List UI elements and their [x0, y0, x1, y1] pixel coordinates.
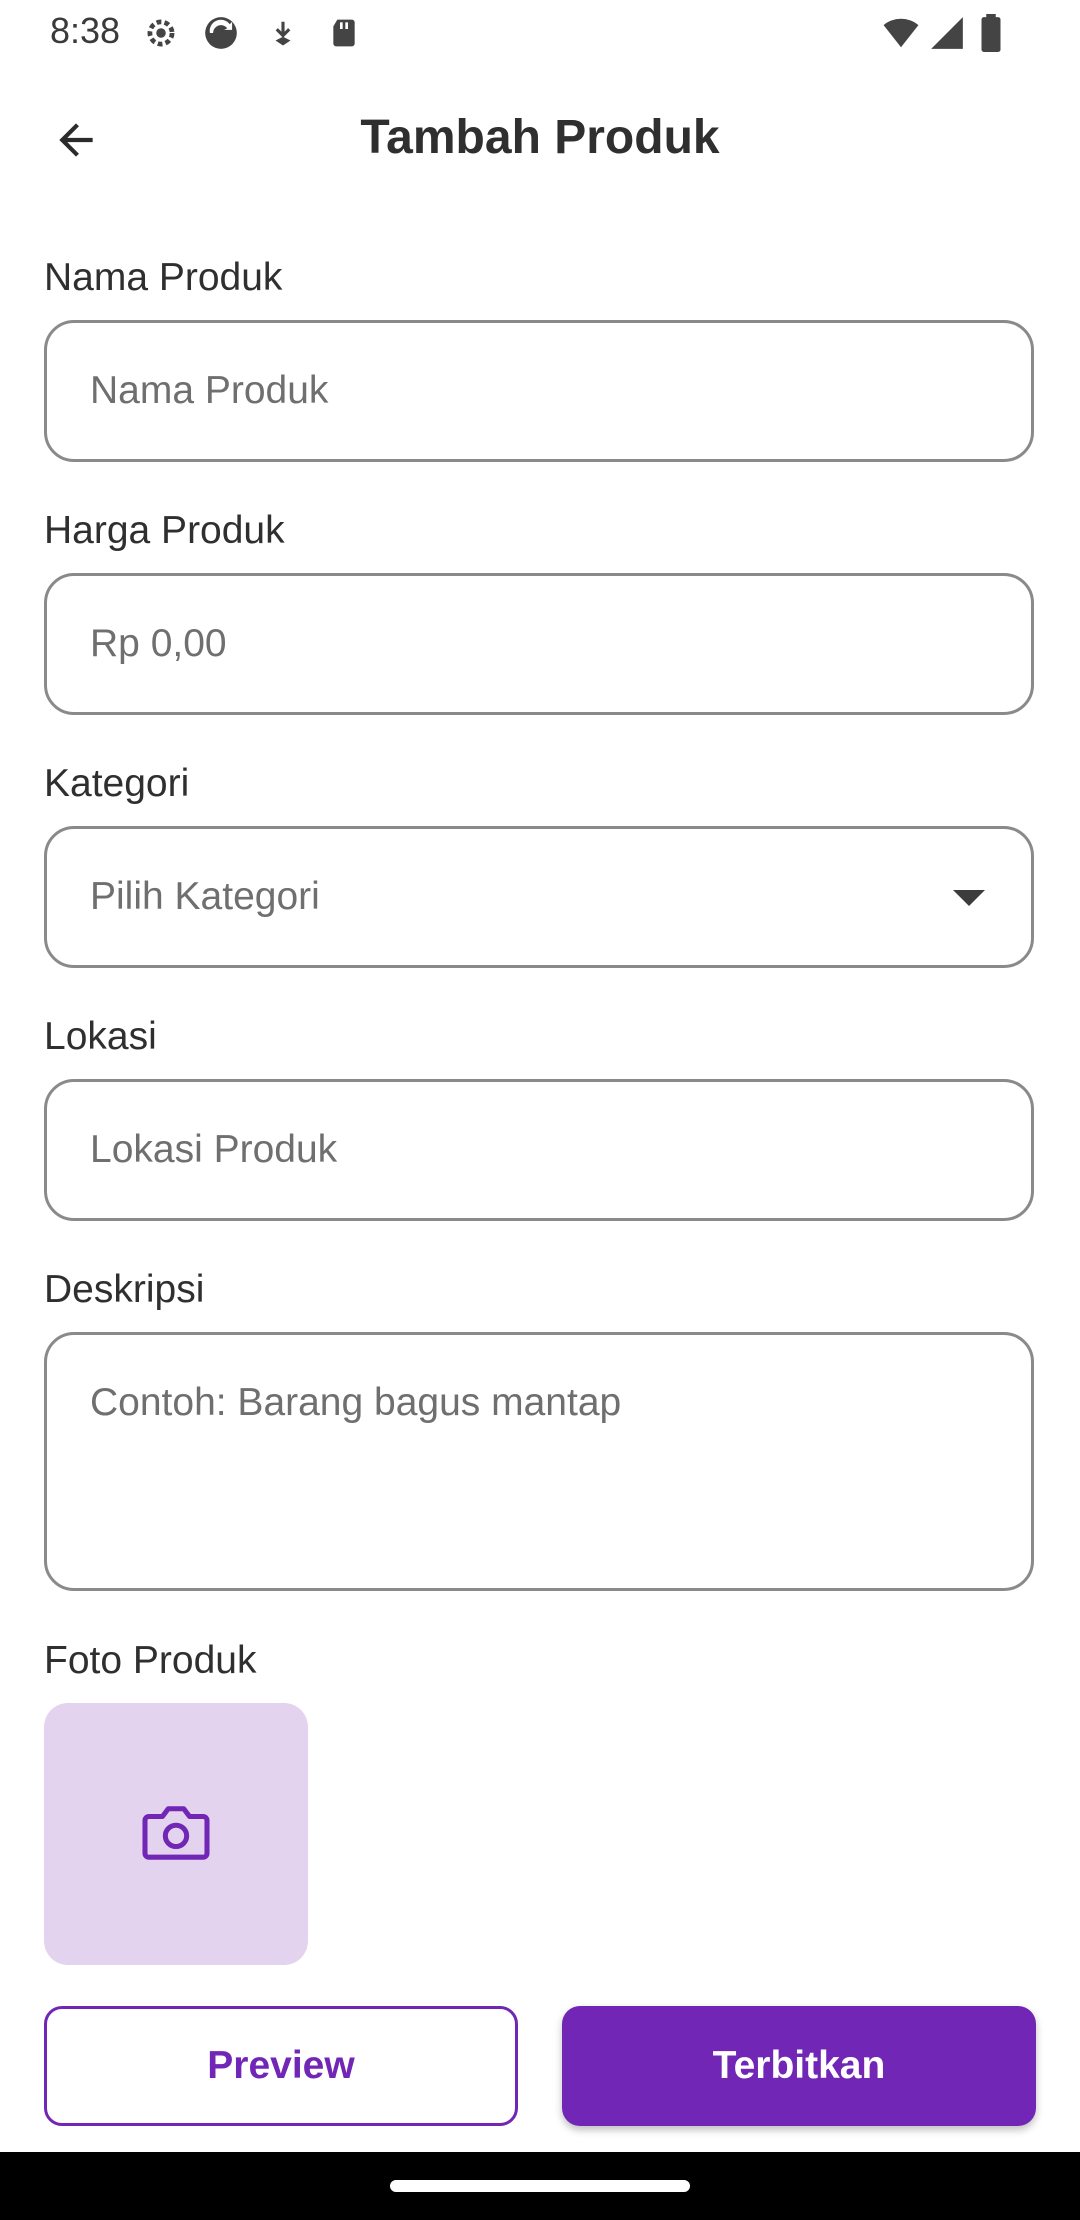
sd-card-icon [328, 14, 360, 57]
app-bar: Tambah Produk [0, 90, 1080, 194]
page-title: Tambah Produk [360, 111, 720, 164]
product-price-label: Harga Produk [44, 509, 285, 552]
sync-icon [200, 14, 242, 57]
product-name-placeholder: Nama Produk [90, 369, 329, 412]
preview-button[interactable]: Preview [44, 2006, 518, 2126]
location-label: Lokasi [44, 1015, 157, 1058]
camera-icon [141, 1801, 211, 1868]
add-photo-button[interactable] [44, 1703, 308, 1965]
signal-icon [928, 14, 966, 57]
battery-icon [978, 14, 1004, 57]
product-name-label: Nama Produk [44, 256, 283, 299]
category-dropdown[interactable]: Pilih Kategori [44, 826, 1034, 968]
status-bar: 8:38 [0, 0, 1080, 66]
location-input[interactable]: Lokasi Produk [44, 1079, 1034, 1221]
download-icon [268, 14, 298, 57]
system-nav-bar [0, 2152, 1080, 2220]
product-price-placeholder: Rp 0,00 [90, 622, 227, 665]
location-placeholder: Lokasi Produk [90, 1128, 338, 1171]
description-placeholder: Contoh: Barang bagus mantap [90, 1381, 622, 1424]
settings-gear-icon [142, 14, 180, 57]
publish-button[interactable]: Terbitkan [562, 2006, 1036, 2126]
description-label: Deskripsi [44, 1268, 205, 1311]
wifi-icon [880, 14, 922, 57]
category-placeholder: Pilih Kategori [90, 875, 320, 918]
photo-label: Foto Produk [44, 1639, 257, 1682]
home-indicator[interactable] [390, 2180, 690, 2192]
description-textarea[interactable]: Contoh: Barang bagus mantap [44, 1332, 1034, 1591]
dropdown-arrow-icon [953, 890, 985, 906]
product-price-input[interactable]: Rp 0,00 [44, 573, 1034, 715]
product-name-input[interactable]: Nama Produk [44, 320, 1034, 462]
category-label: Kategori [44, 762, 190, 805]
status-time: 8:38 [50, 10, 121, 51]
